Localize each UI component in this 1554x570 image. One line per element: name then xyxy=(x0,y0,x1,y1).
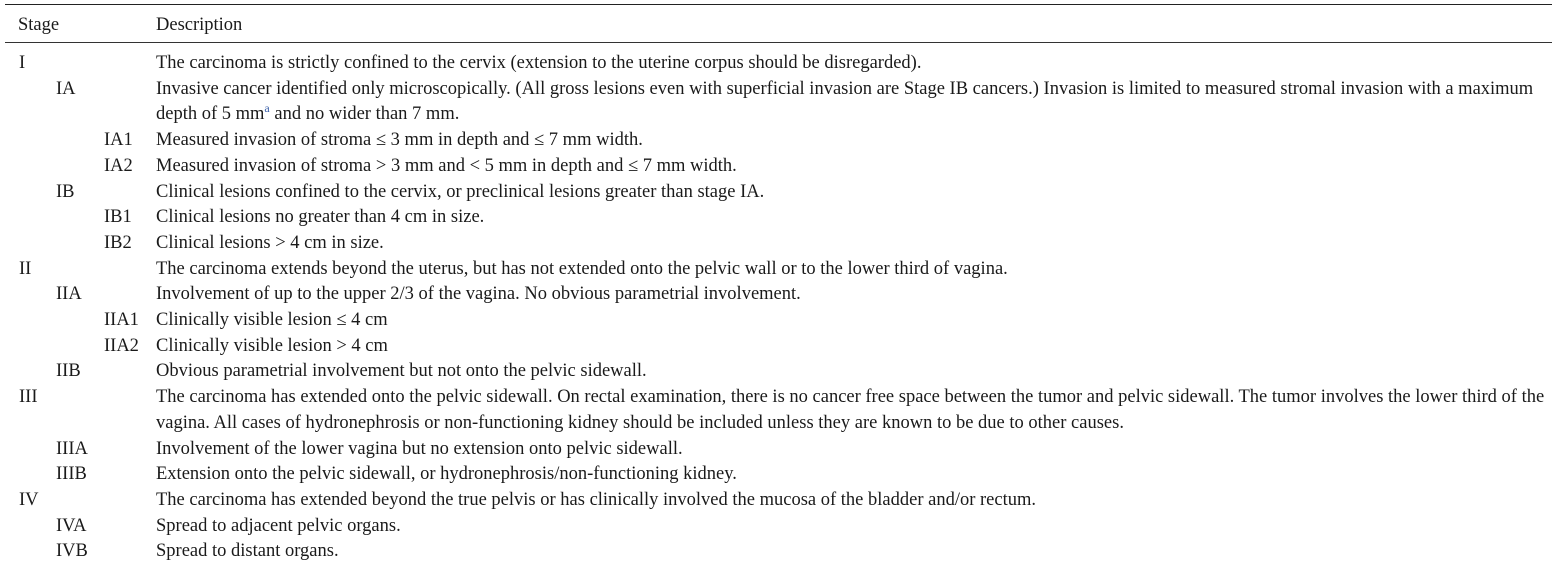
table-row: IIA1 Clinically visible lesion ≤ 4 cm xyxy=(5,308,1552,334)
table-row: II The carcinoma extends beyond the uter… xyxy=(5,257,1552,283)
description-cell: Clinical lesions > 4 cm in size. xyxy=(156,232,384,253)
stage-cell: IA xyxy=(56,78,76,99)
stage-cell: IVB xyxy=(56,541,88,562)
description-cell: Involvement of the lower vagina but no e… xyxy=(156,438,683,459)
table-row: IB Clinical lesions confined to the cerv… xyxy=(5,180,1552,206)
stage-cell: III xyxy=(19,387,38,408)
stage-cell: IIIA xyxy=(56,438,88,459)
stage-cell: IB1 xyxy=(104,207,132,228)
stage-cell: IVA xyxy=(56,515,87,536)
description-column-header: Description xyxy=(156,15,243,35)
description-cell: Measured invasion of stroma ≤ 3 mm in de… xyxy=(156,130,643,151)
table-row: I The carcinoma is strictly confined to … xyxy=(5,51,1552,77)
description-text-continued: and no wider than 7 mm. xyxy=(269,104,460,125)
description-cell: The carcinoma is strictly confined to th… xyxy=(156,53,922,73)
table-row: IIB Obvious parametrial involvement but … xyxy=(5,359,1552,385)
table-row: III The carcinoma has extended onto the … xyxy=(5,385,1552,436)
table-row: IIA2 Clinically visible lesion > 4 cm xyxy=(5,334,1552,360)
table-row: IA2 Measured invasion of stroma > 3 mm a… xyxy=(5,154,1552,180)
stage-cell: IIIB xyxy=(56,464,87,485)
description-cell: Involvement of up to the upper 2/3 of th… xyxy=(156,284,801,305)
stage-column-header: Stage xyxy=(18,15,60,35)
description-cell: The carcinoma extends beyond the uterus,… xyxy=(156,258,1008,279)
stage-cell: IIA xyxy=(56,284,82,305)
stage-cell: IIB xyxy=(56,361,81,382)
table-row: IA1 Measured invasion of stroma ≤ 3 mm i… xyxy=(5,128,1552,154)
table-row: IIIB Extension onto the pelvic sidewall,… xyxy=(5,462,1552,488)
description-cell: Clinical lesions no greater than 4 cm in… xyxy=(156,207,485,228)
stage-cell: IIA2 xyxy=(104,335,139,356)
stage-cell: IV xyxy=(19,489,39,510)
table-header: Stage Description xyxy=(5,5,1552,40)
description-cell: Spread to adjacent pelvic organs. xyxy=(156,515,401,536)
description-cell: The carcinoma has extended onto the pelv… xyxy=(156,387,1545,433)
stage-cell: IIA1 xyxy=(104,310,139,331)
stage-cell: IA2 xyxy=(104,155,133,176)
stage-cell: II xyxy=(19,258,32,279)
description-cell: The carcinoma has extended beyond the tr… xyxy=(156,489,1036,510)
stage-cell: IB2 xyxy=(104,232,132,253)
description-cell: Extension onto the pelvic sidewall, or h… xyxy=(156,464,737,485)
table-row: IIIA Involvement of the lower vagina but… xyxy=(5,437,1552,463)
table-row: IIA Involvement of up to the upper 2/3 o… xyxy=(5,282,1552,308)
stage-cell: IA1 xyxy=(104,130,133,151)
description-cell: Obvious parametrial involvement but not … xyxy=(156,361,647,382)
description-cell: Clinically visible lesion > 4 cm xyxy=(156,335,388,356)
table-row: IA Invasive cancer identified only micro… xyxy=(5,77,1552,128)
table-row: IV The carcinoma has extended beyond the… xyxy=(5,488,1552,514)
table-body: I The carcinoma is strictly confined to … xyxy=(5,51,1552,565)
stage-cell: I xyxy=(19,53,26,73)
description-cell: Spread to distant organs. xyxy=(156,541,339,562)
stage-cell: IB xyxy=(56,181,75,202)
table-row: IB2 Clinical lesions > 4 cm in size. xyxy=(5,231,1552,257)
description-cell: Measured invasion of stroma > 3 mm and <… xyxy=(156,155,737,176)
table-row: IVB Spread to distant organs. xyxy=(5,539,1552,565)
description-cell: Clinically visible lesion ≤ 4 cm xyxy=(156,310,388,331)
table-header-rule xyxy=(5,42,1552,43)
staging-table: Stage Description I The carcinoma is str… xyxy=(5,4,1552,561)
description-cell: Clinical lesions confined to the cervix,… xyxy=(156,181,765,202)
table-row: IB1 Clinical lesions no greater than 4 c… xyxy=(5,205,1552,231)
table-row: IVA Spread to adjacent pelvic organs. xyxy=(5,514,1552,540)
description-cell: Invasive cancer identified only microsco… xyxy=(156,77,1546,128)
